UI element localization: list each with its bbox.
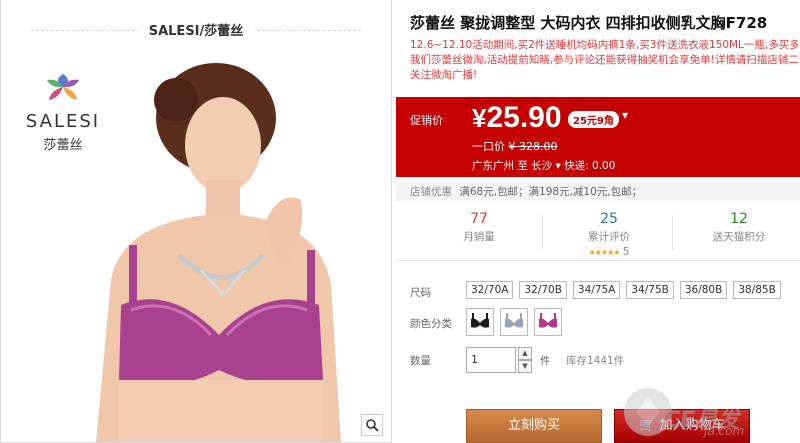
brand-logo: SALESI 莎蕾丝: [23, 70, 103, 153]
promo-line: 12.6~12.10活动期间,买2件送睡机均码内裤1条,买3件送洗衣液150ML…: [410, 39, 798, 51]
store-promo: 店铺优惠 满68元,包邮；满198元,减10元,包邮；: [396, 183, 800, 201]
quantity-stepper: ▲ ▼: [518, 347, 532, 373]
original-price: 一口价 ¥ 328.00: [472, 138, 557, 154]
shipping-fee: 快递: 0.00: [564, 160, 616, 172]
ship-from: 广东广州: [472, 160, 514, 172]
quantity-unit: 件: [540, 355, 551, 367]
promo-text: 12.6~12.10活动期间,买2件送睡机均码内裤1条,买3件送洗衣液150ML…: [410, 38, 798, 83]
color-options: [466, 308, 562, 336]
size-label: 尺码: [410, 287, 431, 299]
chevron-down-icon: ▾: [555, 160, 561, 172]
rating-value: 5: [622, 246, 630, 258]
quantity-label: 数量: [410, 355, 431, 367]
size-options: 32/70A 32/70B 34/75A 34/75B 36/80B 38/85…: [466, 281, 781, 299]
product-title: 莎蕾丝 聚拢调整型 大码内衣 四排扣收侧乳文胸F728: [410, 14, 768, 32]
original-price-value: ¥ 328.00: [508, 140, 558, 153]
store-name[interactable]: SALESI/莎蕾丝: [138, 20, 254, 39]
color-option-purple[interactable]: [534, 308, 562, 336]
currency-symbol: ¥: [472, 103, 487, 133]
monthly-sales: 77 月销量: [412, 211, 546, 244]
bra-thumbnail-icon: [505, 313, 523, 328]
price-badge: 25元9角: [568, 111, 619, 128]
stock-count: 库存1441件: [566, 355, 625, 367]
monthly-sales-label: 月销量: [463, 231, 495, 243]
product-detail: 莎蕾丝 聚拢调整型 大码内衣 四排扣收侧乳文胸F728 12.6~12.10活动…: [396, 0, 800, 443]
tmall-points-value: 12: [730, 211, 748, 227]
ship-to-city-select[interactable]: 长沙 ▾: [531, 160, 561, 172]
store-promo-text: 满68元,包邮；满198元,减10元,包邮；: [459, 186, 643, 198]
monthly-sales-value: 77: [470, 211, 488, 227]
stats-bar: 77 月销量 25 累计评价 ★★★★★ 5 12 送天猫积分: [396, 205, 800, 261]
increment-button[interactable]: ▲: [518, 347, 532, 360]
tmall-points: 12 送天猫积分: [672, 211, 800, 244]
product-gallery: SALESI/莎蕾丝 SALESI 莎蕾丝: [0, 0, 392, 443]
chevron-down-icon[interactable]: ▼: [622, 111, 628, 120]
review-count-value: 25: [600, 211, 618, 227]
price-value: 25.90: [486, 101, 562, 134]
color-option-black[interactable]: [466, 308, 494, 336]
review-count-label: 累计评价: [588, 231, 630, 243]
promo-line: 我们莎蕾丝微淘,活动提前知晓,参与评论还能获得抽奖机会享免单!详情请扫描店铺二维: [410, 54, 798, 66]
bra-thumbnail-icon: [471, 313, 489, 328]
rating: ★★★★★ 5: [542, 246, 676, 258]
magnifier-icon: [366, 419, 379, 432]
size-option[interactable]: 32/70B: [519, 281, 567, 299]
size-option[interactable]: 34/75A: [572, 281, 621, 299]
brand-logo-text: SALESI: [25, 111, 101, 132]
buy-now-button[interactable]: 立刻购买: [466, 409, 602, 443]
size-option[interactable]: 38/85B: [733, 281, 781, 299]
original-price-label: 一口价: [472, 140, 505, 153]
store-promo-label: 店铺优惠: [410, 186, 452, 198]
zoom-button[interactable]: [361, 414, 383, 436]
quantity-input[interactable]: 1: [466, 347, 516, 373]
color-option-grey[interactable]: [500, 308, 528, 336]
promo-price: ¥25.90: [472, 101, 562, 135]
promo-line: 关注微淘广播!: [410, 69, 478, 81]
tmall-points-label: 送天猫积分: [712, 231, 766, 243]
star-rating-icon: ★★★★★: [588, 248, 621, 257]
site-watermark: CE易发 ja.com: [618, 380, 800, 443]
brand-logo-icon: [47, 74, 79, 100]
ship-to-city: 长沙: [531, 160, 553, 172]
promo-price-label: 促销价: [410, 114, 443, 127]
watermark-url: ja.com: [704, 424, 745, 438]
review-count[interactable]: 25 累计评价 ★★★★★ 5: [542, 211, 676, 258]
store-header: SALESI/莎蕾丝: [31, 18, 361, 42]
ship-to-word: 至: [517, 160, 528, 172]
decrement-button[interactable]: ▼: [518, 360, 532, 373]
size-option[interactable]: 34/75B: [626, 281, 674, 299]
color-label: 颜色分类: [410, 318, 452, 330]
bra-thumbnail-icon: [539, 313, 557, 328]
brand-logo-cn: 莎蕾丝: [43, 138, 83, 153]
shipping-info: 广东广州 至 长沙 ▾ 快递: 0.00: [472, 158, 615, 173]
size-option[interactable]: 36/80B: [679, 281, 728, 299]
price-panel: 促销价 ¥25.90 25元9角 ▼ 一口价 ¥ 328.00 广东广州 至 长…: [396, 97, 800, 177]
size-option[interactable]: 32/70A: [466, 281, 514, 299]
